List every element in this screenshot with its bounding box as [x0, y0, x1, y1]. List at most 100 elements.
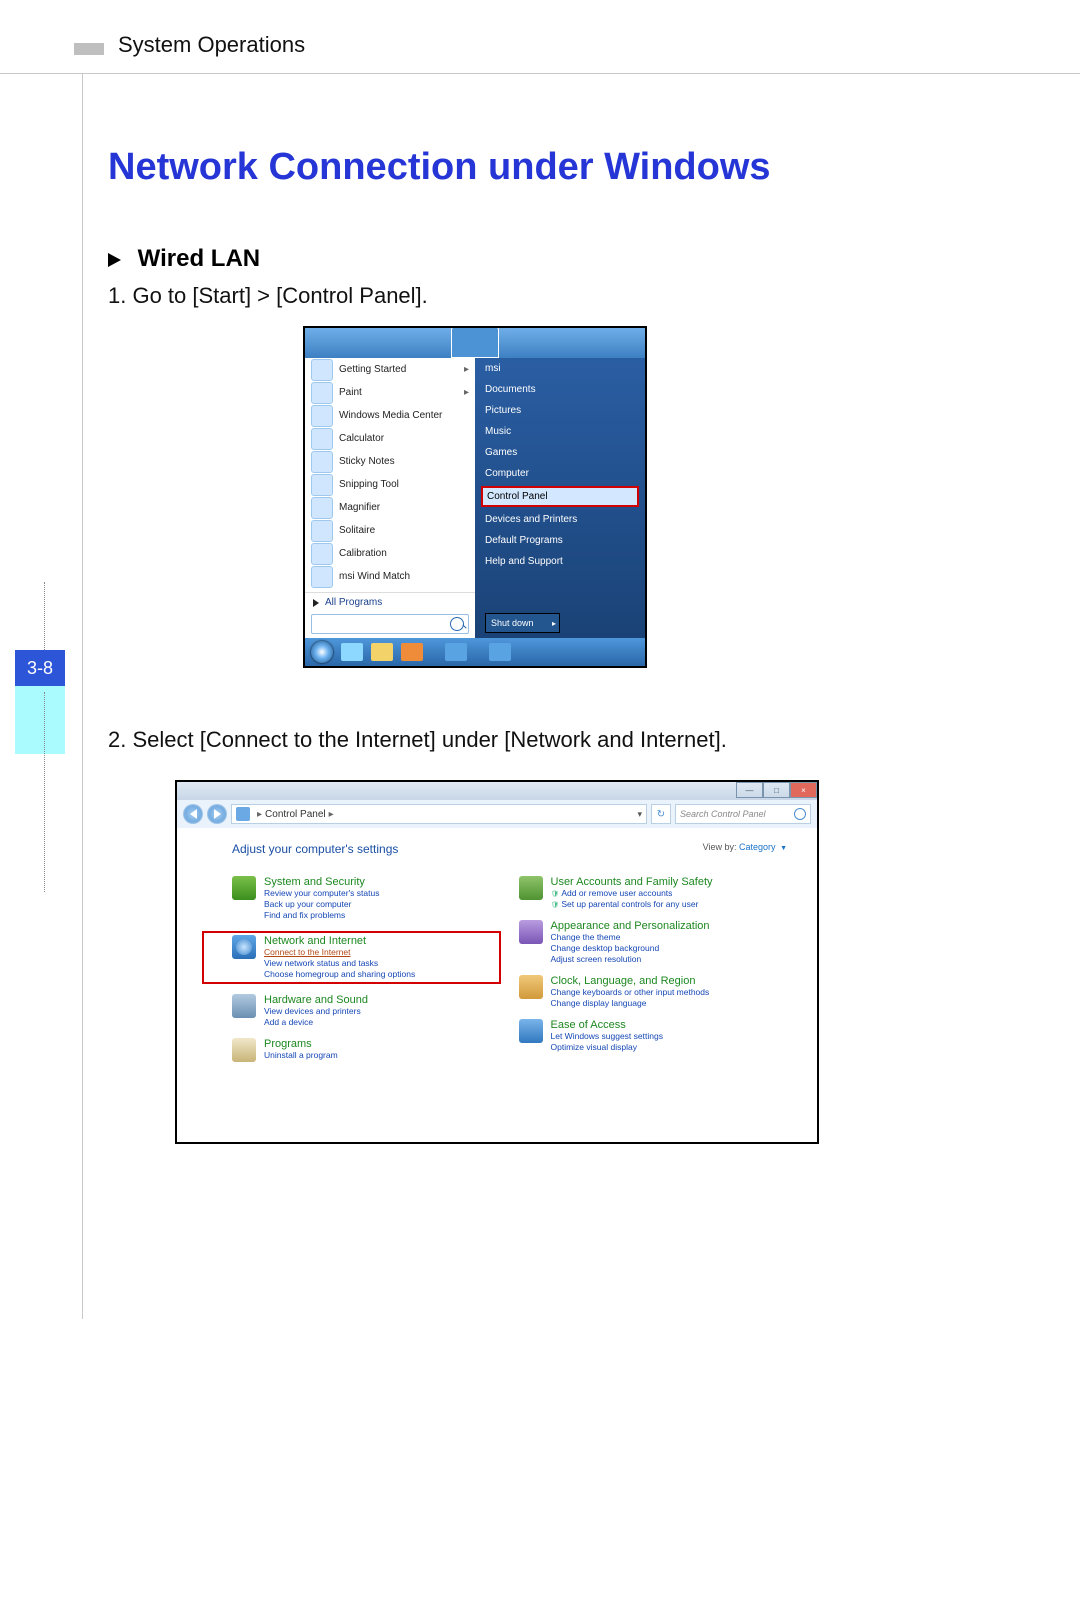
cp-link[interactable]: Uninstall a program: [264, 1050, 338, 1061]
cp-category-title[interactable]: Network and Internet: [264, 935, 415, 947]
start-menu-right-item[interactable]: Documents: [475, 379, 645, 400]
cp-link[interactable]: Add a device: [264, 1017, 368, 1028]
viewby-control[interactable]: View by: Category ▼: [703, 842, 787, 852]
start-menu-item[interactable]: msi Wind Match: [305, 565, 475, 588]
cp-link[interactable]: Connect to the Internet: [264, 947, 415, 958]
cp-category: Ease of AccessLet Windows suggest settin…: [519, 1019, 788, 1053]
cp-link[interactable]: Optimize visual display: [551, 1042, 663, 1053]
start-menu-right-item[interactable]: Music: [475, 421, 645, 442]
search-placeholder: Search Control Panel: [680, 809, 766, 819]
start-search-input[interactable]: [311, 614, 469, 634]
cp-link[interactable]: Let Windows suggest settings: [551, 1031, 663, 1042]
cp-link[interactable]: Change desktop background: [551, 943, 710, 954]
cp-category-title[interactable]: Programs: [264, 1038, 338, 1050]
start-menu-item-label: Magnifier: [339, 502, 380, 513]
cp-link[interactable]: Change keyboards or other input methods: [551, 987, 710, 998]
tray-icon[interactable]: [445, 643, 467, 661]
start-menu-item[interactable]: Snipping Tool: [305, 473, 475, 496]
start-menu-item[interactable]: Windows Media Center: [305, 404, 475, 427]
chevron-right-icon: [108, 253, 121, 267]
all-programs-label: All Programs: [325, 597, 382, 608]
cp-link[interactable]: View network status and tasks: [264, 958, 415, 969]
maximize-button[interactable]: □: [763, 782, 790, 798]
app-icon: [311, 520, 333, 542]
start-menu-right-item[interactable]: Pictures: [475, 400, 645, 421]
category-icon: [232, 935, 256, 959]
app-icon: [311, 497, 333, 519]
cp-category-title[interactable]: Appearance and Personalization: [551, 920, 710, 932]
search-input[interactable]: Search Control Panel: [675, 804, 811, 824]
wmp-taskbar-icon[interactable]: [401, 643, 423, 661]
refresh-button[interactable]: ↻: [651, 804, 671, 824]
app-icon: [311, 359, 333, 381]
chevron-right-icon: ▸: [257, 809, 262, 820]
close-button[interactable]: ×: [790, 782, 817, 798]
start-menu-right-item[interactable]: Computer: [475, 463, 645, 484]
cp-category-title[interactable]: Hardware and Sound: [264, 994, 368, 1006]
forward-button[interactable]: [207, 804, 227, 824]
dropdown-icon[interactable]: ▾: [637, 809, 642, 820]
cp-link[interactable]: Set up parental controls for any user: [551, 899, 713, 910]
tray-icon[interactable]: [489, 643, 511, 661]
cp-link[interactable]: Find and fix problems: [264, 910, 379, 921]
cp-category-title[interactable]: User Accounts and Family Safety: [551, 876, 713, 888]
explorer-taskbar-icon[interactable]: [371, 643, 393, 661]
cp-link[interactable]: Back up your computer: [264, 899, 379, 910]
refresh-icon: ↻: [657, 809, 665, 820]
cp-category: User Accounts and Family SafetyAdd or re…: [519, 876, 788, 910]
start-menu-item[interactable]: Magnifier: [305, 496, 475, 519]
cp-link[interactable]: Adjust screen resolution: [551, 954, 710, 965]
cp-link[interactable]: Change the theme: [551, 932, 710, 943]
control-panel-item-highlighted[interactable]: Control Panel: [481, 486, 639, 507]
start-menu-item-label: Snipping Tool: [339, 479, 399, 490]
cp-category: Appearance and PersonalizationChange the…: [519, 920, 788, 965]
all-programs-item[interactable]: All Programs: [305, 592, 475, 608]
start-menu-item-label: Paint: [339, 387, 362, 398]
cp-link[interactable]: Review your computer's status: [264, 888, 379, 899]
step-2-text: 2. Select [Connect to the Internet] unde…: [108, 727, 727, 753]
page-title: Network Connection under Windows: [108, 146, 771, 190]
start-menu-top: [305, 328, 645, 358]
app-icon: [311, 428, 333, 450]
breadcrumb-location[interactable]: ▸ Control Panel ▸ ▾: [231, 804, 647, 824]
start-menu-item-label: Sticky Notes: [339, 456, 395, 467]
category-icon: [519, 876, 543, 900]
cp-category-title[interactable]: Clock, Language, and Region: [551, 975, 710, 987]
start-orb-icon[interactable]: [311, 641, 333, 663]
start-menu-item[interactable]: Solitaire: [305, 519, 475, 542]
category-icon: [232, 994, 256, 1018]
start-menu-item[interactable]: Paint▸: [305, 381, 475, 404]
category-icon: [519, 975, 543, 999]
shutdown-label: Shut down: [491, 618, 534, 628]
start-menu-item[interactable]: Calculator: [305, 427, 475, 450]
ie-taskbar-icon[interactable]: [341, 643, 363, 661]
app-icon: [311, 543, 333, 565]
cp-category-title[interactable]: Ease of Access: [551, 1019, 663, 1031]
chevron-right-icon: ▸: [329, 809, 334, 820]
screenshot-start-menu: Getting Started▸Paint▸Windows Media Cent…: [303, 326, 647, 668]
start-menu-right-item[interactable]: msi: [475, 358, 645, 379]
cp-link[interactable]: Add or remove user accounts: [551, 888, 713, 899]
cp-link[interactable]: Change display language: [551, 998, 710, 1009]
start-menu-right-item[interactable]: Default Programs: [475, 530, 645, 551]
start-menu-right-item[interactable]: Devices and Printers: [475, 509, 645, 530]
address-bar: ▸ Control Panel ▸ ▾ ↻ Search Control Pan…: [177, 800, 817, 829]
app-icon: [311, 474, 333, 496]
start-menu-right-item[interactable]: Games: [475, 442, 645, 463]
start-menu-item[interactable]: Getting Started▸: [305, 358, 475, 381]
cp-link[interactable]: Choose homegroup and sharing options: [264, 969, 415, 980]
start-menu-item[interactable]: Calibration: [305, 542, 475, 565]
minimize-button[interactable]: —: [736, 782, 763, 798]
start-menu-item-label: msi Wind Match: [339, 571, 410, 582]
cp-link[interactable]: View devices and printers: [264, 1006, 368, 1017]
chevron-right-icon: ▸: [552, 619, 556, 628]
step-1-text: 1. Go to [Start] > [Control Panel].: [108, 283, 428, 309]
app-icon: [311, 566, 333, 588]
cp-category-title[interactable]: System and Security: [264, 876, 379, 888]
titlebar: [177, 782, 817, 800]
back-button[interactable]: [183, 804, 203, 824]
start-menu-item[interactable]: Sticky Notes: [305, 450, 475, 473]
shutdown-button[interactable]: Shut down ▸: [485, 613, 560, 633]
start-menu-right-item[interactable]: Help and Support: [475, 551, 645, 572]
avatar-icon: [451, 326, 499, 358]
